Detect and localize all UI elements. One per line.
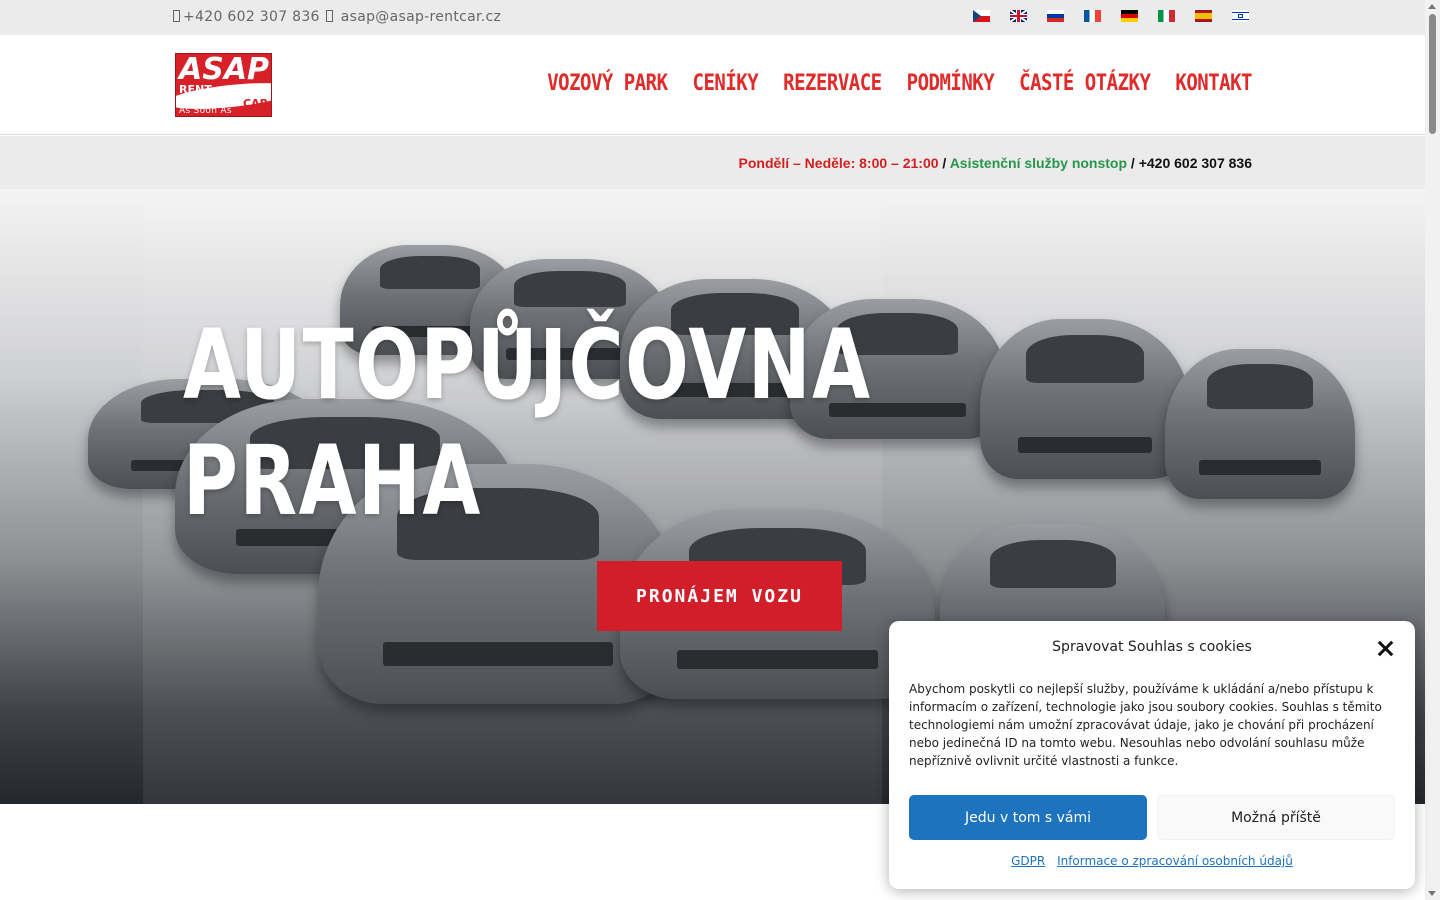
car-image xyxy=(1165,349,1355,499)
scroll-up-icon[interactable] xyxy=(1428,4,1436,9)
site-header: ASAP RENT CAR As Soon As Possible VOZOVÝ… xyxy=(0,35,1425,135)
cookie-dialog-text: Abychom poskytli co nejlepší služby, pou… xyxy=(909,682,1382,768)
phone-contact[interactable]: +420 602 307 836 xyxy=(173,9,320,25)
gdpr-link[interactable]: GDPR xyxy=(1011,854,1045,868)
email-text: asap@asap-rentcar.cz xyxy=(340,9,502,25)
nav-kontakt[interactable]: KONTAKT xyxy=(1175,70,1252,95)
logo-asap-text: ASAP xyxy=(179,53,270,87)
opening-hours-text: Pondělí – Neděle: 8:00 – 21:00 xyxy=(738,155,939,171)
nav-vozovy-park[interactable]: VOZOVÝ PARK xyxy=(547,70,668,95)
scrollbar-thumb[interactable] xyxy=(1429,14,1436,134)
rent-car-button[interactable]: PRONÁJEM VOZU xyxy=(597,561,842,631)
cookie-policy-links: GDPR Informace o zpracování osobních úda… xyxy=(889,854,1415,868)
top-bar: +420 602 307 836 asap@asap-rentcar.cz xyxy=(0,0,1425,35)
opening-hours-line: Pondělí – Neděle: 8:00 – 21:00 / Asisten… xyxy=(739,155,1252,171)
language-switcher xyxy=(973,10,1249,22)
privacy-info-link[interactable]: Informace o zpracování osobních údajů xyxy=(1057,854,1293,868)
assistance-text[interactable]: Asistenční služby nonstop xyxy=(950,155,1127,171)
hero-title-line1: AUTOPŮJČOVNA xyxy=(183,309,872,421)
nav-caste-otazky[interactable]: ČASTÉ OTÁZKY xyxy=(1019,70,1151,95)
car-image xyxy=(980,319,1190,479)
hours-separator: / xyxy=(938,155,950,171)
nav-rezervace[interactable]: REZERVACE xyxy=(783,70,882,95)
flag-gb-icon[interactable] xyxy=(1010,10,1027,22)
cookie-dialog-title: Spravovat Souhlas s cookies xyxy=(1052,639,1252,655)
nav-podminky[interactable]: PODMÍNKY xyxy=(907,70,995,95)
phone-text: +420 602 307 836 xyxy=(183,9,320,25)
page-scrollbar[interactable] xyxy=(1425,0,1440,900)
email-icon xyxy=(326,10,333,22)
flag-es-icon[interactable] xyxy=(1195,10,1212,22)
accept-cookies-button[interactable]: Jedu v tom s vámi xyxy=(909,795,1147,840)
assistance-phone[interactable]: / +420 602 307 836 xyxy=(1127,155,1252,171)
site-logo[interactable]: ASAP RENT CAR As Soon As Possible xyxy=(175,53,272,117)
logo-tagline: As Soon As Possible xyxy=(179,106,232,116)
scroll-down-icon[interactable] xyxy=(1428,891,1436,896)
hero-title-line2: PRAHA xyxy=(183,425,482,537)
phone-icon xyxy=(173,10,180,22)
hero-title: AUTOPŮJČOVNA PRAHA xyxy=(183,307,872,539)
flag-it-icon[interactable] xyxy=(1158,10,1175,22)
flag-fr-icon[interactable] xyxy=(1084,10,1101,22)
flag-cz-icon[interactable] xyxy=(973,10,990,22)
deny-cookies-button[interactable]: Možná příště xyxy=(1157,795,1395,840)
main-nav: VOZOVÝ PARK CENÍKY REZERVACE PODMÍNKY ČA… xyxy=(547,70,1252,95)
flag-il-icon[interactable] xyxy=(1232,10,1249,22)
email-contact[interactable]: asap@asap-rentcar.cz xyxy=(326,9,501,25)
nav-ceniky[interactable]: CENÍKY xyxy=(693,70,759,95)
close-icon[interactable] xyxy=(1375,638,1395,658)
cookie-consent-dialog: Spravovat Souhlas s cookies Abychom posk… xyxy=(889,621,1415,889)
flag-de-icon[interactable] xyxy=(1121,10,1138,22)
flag-ru-icon[interactable] xyxy=(1047,10,1064,22)
opening-hours-bar: Pondělí – Neděle: 8:00 – 21:00 / Asisten… xyxy=(0,136,1425,189)
logo-rent-text: RENT xyxy=(179,83,212,96)
